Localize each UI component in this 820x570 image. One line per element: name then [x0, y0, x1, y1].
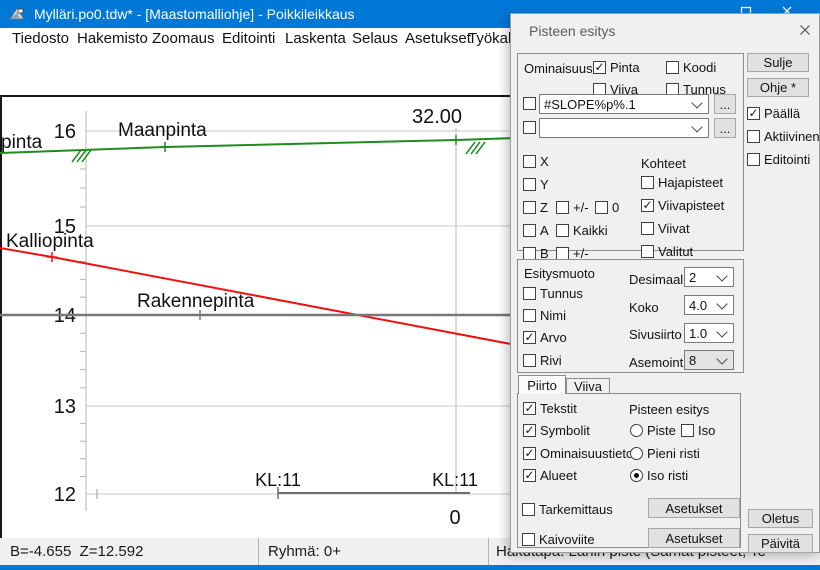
slope-hatch: [72, 150, 81, 162]
esitysmuoto-label: Esitysmuoto: [524, 266, 595, 281]
sulje-button[interactable]: Sulje: [747, 53, 809, 72]
editointi-checkbox[interactable]: Editointi: [747, 152, 810, 167]
tekstit-checkbox[interactable]: Tekstit: [523, 401, 577, 416]
format2-more-button[interactable]: ...: [714, 118, 736, 138]
kaivoviite-checkbox[interactable]: Kaivoviite: [522, 532, 595, 547]
chevron-down-icon: [716, 270, 727, 281]
surface-line-maanpinta: [0, 138, 516, 153]
tab-viiva[interactable]: Viiva: [566, 378, 610, 394]
slope-hatch: [77, 150, 86, 162]
pisteen-esitys-dialog: Pisteen esitys Ominaisuus Pinta Koodi Vi…: [510, 13, 820, 553]
ominaisuustieto-checkbox[interactable]: Ominaisuustieto: [523, 446, 633, 461]
symbolit-checkbox[interactable]: Symbolit: [523, 423, 590, 438]
elevation-tick-label: 16: [54, 121, 76, 143]
elevation-tick-label: 13: [54, 396, 76, 418]
taskbar-edge: [0, 565, 820, 570]
menu-zoomaus[interactable]: Zoomaus: [152, 30, 215, 47]
menu-laskenta[interactable]: Laskenta: [285, 30, 346, 47]
status-divider: [258, 538, 259, 565]
alueet-checkbox[interactable]: Alueet: [523, 468, 577, 483]
menu-hakemisto[interactable]: Hakemisto: [77, 30, 148, 47]
viivat-checkbox[interactable]: Viivat: [641, 221, 690, 236]
menu-editointi[interactable]: Editointi: [222, 30, 275, 47]
oletus-button[interactable]: Oletus: [748, 509, 813, 528]
format1-enable-checkbox[interactable]: [523, 97, 536, 110]
menu-selaus[interactable]: Selaus: [352, 30, 398, 47]
esitysmuoto-rivi-checkbox[interactable]: Rivi: [523, 353, 562, 368]
slope-hatch: [466, 142, 475, 154]
chevron-down-icon: [691, 97, 702, 108]
format1-more-button[interactable]: ...: [714, 94, 736, 114]
piste-radio[interactable]: Piste: [630, 423, 676, 438]
chart-label: Rakennepinta: [137, 291, 255, 312]
menu-asetukset[interactable]: Asetukset: [405, 30, 471, 47]
esitysmuoto-nimi-checkbox[interactable]: Nimi: [523, 308, 566, 323]
kaivoviite-asetukset-button[interactable]: Asetukset: [648, 528, 740, 548]
ominaisuus-label: Ominaisuus: [524, 61, 593, 76]
desimaalit-select[interactable]: 2: [684, 267, 734, 287]
status-coordinates: B=-4.655 Z=12.592: [10, 543, 143, 560]
viivapisteet-checkbox[interactable]: Viivapisteet: [641, 198, 724, 213]
menu-tiedosto[interactable]: Tiedosto: [12, 30, 69, 47]
format2-combobox[interactable]: [539, 118, 709, 138]
chevron-down-icon: [691, 121, 702, 132]
a-checkbox[interactable]: A: [523, 223, 549, 238]
aktiivinen-checkbox[interactable]: Aktiivinen: [747, 129, 820, 144]
z-checkbox[interactable]: Z: [523, 200, 548, 215]
asemointi-select[interactable]: 8: [684, 350, 734, 370]
y-checkbox[interactable]: Y: [523, 177, 549, 192]
tab-piirto[interactable]: Piirto: [518, 375, 566, 394]
ohje-button[interactable]: Ohje *: [747, 78, 809, 97]
hajapisteet-checkbox[interactable]: Hajapisteet: [641, 175, 723, 190]
pinta-checkbox[interactable]: Pinta: [593, 60, 640, 75]
surface-line-kalliopinta: [0, 248, 516, 345]
chart-label: KL:11: [432, 470, 478, 490]
close-icon: [799, 24, 811, 36]
chart-label: 32.00: [412, 106, 462, 128]
kohteet-label: Kohteet: [641, 156, 686, 171]
iso-risti-radio[interactable]: Iso risti: [630, 468, 688, 483]
chart-label: Maanpinta: [118, 120, 207, 141]
iso-checkbox[interactable]: Iso: [681, 423, 715, 438]
chevron-down-icon: [716, 353, 727, 364]
paivita-button[interactable]: Päivitä: [748, 534, 813, 553]
pieni-risti-radio[interactable]: Pieni risti: [630, 446, 700, 461]
chart-label: KL:11: [255, 470, 301, 490]
esitysmuoto-tunnus-checkbox[interactable]: Tunnus: [523, 286, 583, 301]
valitut-checkbox[interactable]: Valitut: [641, 244, 693, 259]
status-divider: [488, 538, 489, 565]
dialog-close-button[interactable]: [795, 20, 815, 40]
format1-combobox[interactable]: #SLOPE%p%.1: [539, 94, 709, 114]
format2-enable-checkbox[interactable]: [523, 121, 536, 134]
asemointi-label: Asemointi: [629, 355, 686, 370]
dialog-title: Pisteen esitys: [529, 23, 615, 39]
elevation-tick-label: 12: [54, 484, 76, 506]
sivusiirto-select[interactable]: 1.0: [684, 323, 734, 343]
slope-hatch: [471, 142, 480, 154]
status-group: Ryhmä: 0+: [268, 543, 341, 560]
chevron-down-icon: [716, 326, 727, 337]
slope-hatch: [476, 142, 485, 154]
z-plusminus-checkbox[interactable]: +/-: [556, 200, 589, 215]
window-title: Mylläri.po0.tdw* - [Maastomalliohje] - P…: [34, 6, 355, 22]
pisteen-esitys-label: Pisteen esitys: [629, 402, 709, 417]
z-zero-checkbox[interactable]: 0: [595, 200, 619, 215]
paalla-checkbox[interactable]: Päällä: [747, 106, 800, 121]
chevron-down-icon: [716, 298, 727, 309]
esitysmuoto-arvo-checkbox[interactable]: Arvo: [523, 330, 567, 345]
tarkemittaus-checkbox[interactable]: Tarkemittaus: [522, 502, 613, 517]
x-checkbox[interactable]: X: [523, 154, 549, 169]
application-window: Mylläri.po0.tdw* - [Maastomalliohje] - P…: [0, 0, 820, 570]
koko-label: Koko: [629, 300, 659, 315]
chart-label: 0: [449, 507, 460, 529]
kaikki-checkbox[interactable]: Kaikki: [556, 223, 608, 238]
desimaalit-label: Desimaalit: [629, 272, 690, 287]
koko-select[interactable]: 4.0: [684, 295, 734, 315]
chart-label: pinta: [1, 132, 43, 153]
koodi-checkbox[interactable]: Koodi: [666, 60, 716, 75]
chart-label: Kalliopinta: [6, 231, 94, 252]
sivusiirto-label: Sivusiirto: [629, 327, 682, 342]
tarkemittaus-asetukset-button[interactable]: Asetukset: [648, 498, 740, 518]
app-icon: [8, 5, 26, 23]
